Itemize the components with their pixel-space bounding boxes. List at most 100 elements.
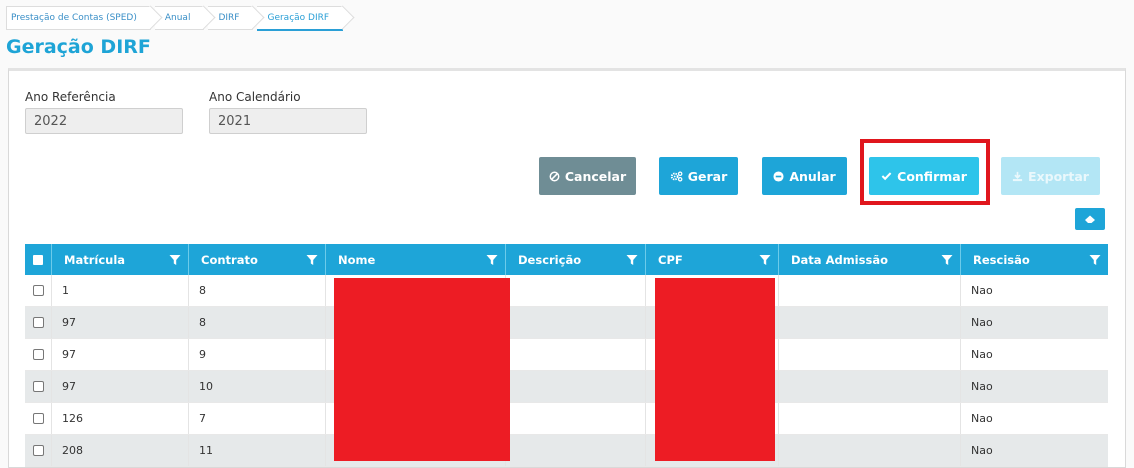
filter-icon[interactable] <box>1089 254 1101 266</box>
breadcrumb-item-geracao-dirf[interactable]: Geração DIRF <box>257 6 344 31</box>
checkbox-icon <box>32 381 44 392</box>
cell-matricula: 126 <box>52 403 189 434</box>
column-header-data-admissao[interactable]: Data Admissão <box>779 244 961 275</box>
anular-button[interactable]: Anular <box>762 157 847 195</box>
cancelar-button[interactable]: Cancelar <box>539 157 636 195</box>
column-label: Data Admissão <box>791 252 888 267</box>
ano-referencia-label: Ano Referência <box>25 90 116 104</box>
column-label: Descrição <box>518 252 582 267</box>
checkbox-icon <box>32 285 44 296</box>
table-row[interactable]: 208 11 Nao <box>25 435 1108 467</box>
filter-icon[interactable] <box>759 254 771 266</box>
checkbox-icon <box>33 254 43 265</box>
anular-label: Anular <box>789 168 836 184</box>
table-row[interactable]: 1 8 Nao <box>25 275 1108 307</box>
cell-descricao <box>506 339 646 370</box>
cell-rescisao: Nao <box>971 412 993 425</box>
cell-data-admissao <box>779 307 961 338</box>
cell-rescisao: Nao <box>971 316 993 329</box>
cell-contrato: 8 <box>189 307 326 338</box>
filter-icon[interactable] <box>486 254 498 266</box>
nome-redaction <box>334 278 510 461</box>
cell-descricao <box>506 307 646 338</box>
ano-referencia-field[interactable]: 2022 <box>25 108 183 134</box>
cell-matricula: 97 <box>52 371 189 402</box>
table-row[interactable]: 97 10 Nao <box>25 371 1108 403</box>
cell-contrato: 10 <box>189 371 326 402</box>
cell-rescisao: Nao <box>971 444 993 457</box>
cell-contrato: 9 <box>189 339 326 370</box>
cell-data-admissao <box>779 403 961 434</box>
column-header-cpf[interactable]: CPF <box>646 244 779 275</box>
gerar-button[interactable]: Gerar <box>659 157 738 195</box>
ano-calendario-label: Ano Calendário <box>209 90 301 104</box>
ano-calendario-field[interactable]: 2021 <box>209 108 367 134</box>
cell-contrato: 8 <box>189 275 326 306</box>
gears-icon <box>670 171 683 181</box>
filter-icon[interactable] <box>626 254 638 266</box>
column-label: Nome <box>338 252 376 267</box>
cell-descricao <box>506 371 646 402</box>
column-header-nome[interactable]: Nome <box>326 244 506 275</box>
confirmar-highlight-box <box>860 139 990 205</box>
breadcrumb-item-anual[interactable]: Anual <box>154 6 205 30</box>
column-header-contrato[interactable]: Contrato <box>189 244 326 275</box>
cell-descricao <box>506 435 646 466</box>
cell-contrato: 11 <box>189 435 326 466</box>
table-row[interactable]: 97 8 Nao <box>25 307 1108 339</box>
download-icon <box>1012 171 1023 181</box>
checkbox-icon <box>32 349 44 360</box>
cell-matricula: 1 <box>52 275 189 306</box>
row-checkbox[interactable] <box>25 371 52 402</box>
column-header-matricula[interactable]: Matrícula <box>52 244 189 275</box>
cell-rescisao: Nao <box>971 380 993 393</box>
filter-icon[interactable] <box>306 254 318 266</box>
ban-icon <box>549 171 560 181</box>
cell-data-admissao <box>779 275 961 306</box>
table-header: Matrícula Contrato Nome Descrição CPF Da… <box>25 244 1108 275</box>
column-header-rescisao[interactable]: Rescisão <box>961 244 1108 275</box>
minus-circle-icon <box>773 170 784 182</box>
column-label: CPF <box>658 252 683 267</box>
cpf-redaction <box>655 278 775 461</box>
cell-rescisao: Nao <box>971 284 993 297</box>
table-row[interactable]: 97 9 Nao <box>25 339 1108 371</box>
page-title: Geração DIRF <box>6 36 151 58</box>
employees-table: Matrícula Contrato Nome Descrição CPF Da… <box>25 244 1108 467</box>
table-row[interactable]: 126 7 Nao <box>25 403 1108 435</box>
cell-descricao <box>506 275 646 306</box>
column-label: Rescisão <box>973 252 1030 267</box>
row-checkbox[interactable] <box>25 339 52 370</box>
clear-filters-button[interactable] <box>1075 208 1105 230</box>
breadcrumb-item-prestacao-contas[interactable]: Prestação de Contas (SPED) <box>6 6 151 30</box>
row-checkbox[interactable] <box>25 403 52 434</box>
row-checkbox[interactable] <box>25 435 52 466</box>
exportar-label: Exportar <box>1028 168 1089 184</box>
column-header-descricao[interactable]: Descrição <box>506 244 646 275</box>
column-label: Contrato <box>201 252 258 267</box>
eraser-icon <box>1085 215 1095 223</box>
cell-rescisao: Nao <box>971 348 993 361</box>
filter-icon[interactable] <box>169 254 181 266</box>
cell-data-admissao <box>779 435 961 466</box>
cell-descricao <box>506 403 646 434</box>
filter-icon[interactable] <box>941 254 953 266</box>
checkbox-icon <box>32 317 44 328</box>
cell-contrato: 7 <box>189 403 326 434</box>
cell-matricula: 97 <box>52 307 189 338</box>
row-checkbox[interactable] <box>25 307 52 338</box>
cell-matricula: 97 <box>52 339 189 370</box>
exportar-button[interactable]: Exportar <box>1001 157 1100 195</box>
cancelar-label: Cancelar <box>564 168 627 184</box>
cell-data-admissao <box>779 371 961 402</box>
select-all-checkbox[interactable] <box>25 244 52 275</box>
gerar-label: Gerar <box>687 168 728 184</box>
row-checkbox[interactable] <box>25 275 52 306</box>
cell-matricula: 208 <box>52 435 189 466</box>
checkbox-icon <box>32 445 44 456</box>
cell-data-admissao <box>779 339 961 370</box>
checkbox-icon <box>32 413 44 424</box>
breadcrumb: Prestação de Contas (SPED) Anual DIRF Ge… <box>6 6 347 31</box>
breadcrumb-item-dirf[interactable]: DIRF <box>208 6 254 30</box>
column-label: Matrícula <box>64 252 126 267</box>
